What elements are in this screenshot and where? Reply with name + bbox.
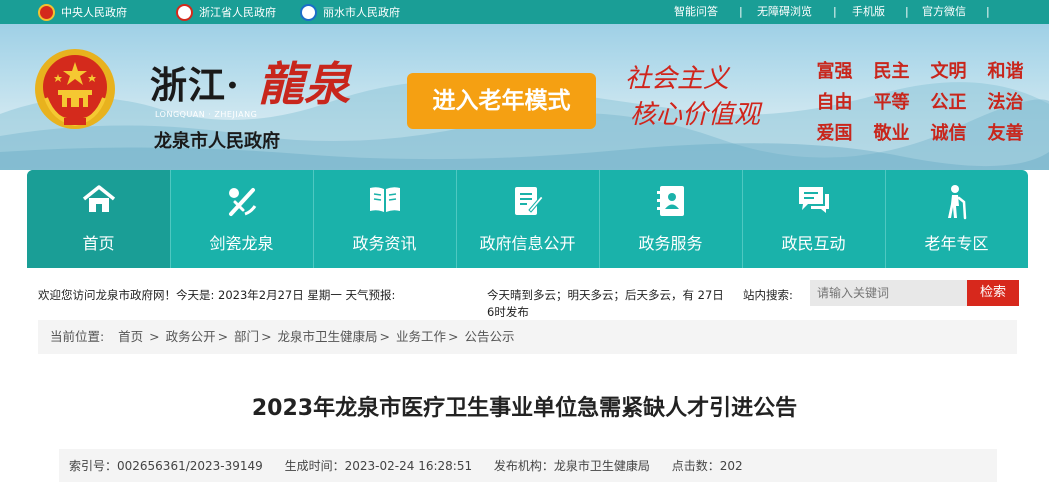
nav-label: 政民互动 [781,234,846,253]
breadcrumb-link[interactable]: 业务工作 [396,329,446,344]
topbar-separator: | [833,5,837,18]
nav-label: 政务资讯 [352,234,417,253]
core-value: 文明 [930,61,967,82]
core-value: 平等 [873,92,910,113]
document-edit-icon [514,187,544,215]
search-input[interactable] [810,280,967,306]
weather-ticker: 今天晴到多云；明天多云；后天多云，有 27日6时发布 [487,288,724,317]
breadcrumb-label: 当前位置: [50,329,105,344]
core-value: 诚信 [930,123,967,144]
nav-item-info-public[interactable]: 政府信息公开 [456,170,599,268]
topbar-link-label: 浙江省人民政府 [199,6,276,19]
breadcrumb-link[interactable]: 政务公开 [166,329,216,344]
breadcrumb-sep: > [261,329,276,344]
site-header: 浙江· 龍泉 LONGQUAN · ZHEJIANG 龙泉市人民政府 进入老年模… [0,24,1049,170]
nav-item-home[interactable]: 首页 [27,170,170,268]
topbar-link-zhejiang[interactable]: 浙江省人民政府 [176,0,276,24]
nav-item-news[interactable]: 政务资讯 [313,170,456,268]
elder-mode-button[interactable]: 进入老年模式 [407,73,596,129]
slogan-line: 社会主义 [625,64,730,94]
topbar-link-lishui[interactable]: 丽水市人民政府 [300,0,400,24]
gov-name: 龙泉市人民政府 [154,131,280,152]
contacts-icon [656,186,684,216]
article-title: 2023年龙泉市医疗卫生事业单位急需紧缺人才引进公告 [251,396,798,421]
article-meta: 索引号：002656361/2023-39149 生成时间：2023-02-24… [59,449,997,482]
meta-index-no: 索引号：002656361/2023-39149 [69,459,263,473]
core-value: 自由 [816,92,853,113]
breadcrumb-link[interactable]: 部门 [234,329,259,344]
core-values-slogan: 社会主义 核心价值观 [625,61,785,133]
breadcrumb-sep: > [217,329,233,344]
core-value: 友善 [987,123,1024,144]
breadcrumb-sep: > [448,329,463,344]
topbar-link-mobile[interactable]: 手机版 [852,0,885,24]
meta-click-count: 点击数：202 [671,459,743,473]
breadcrumb-link[interactable]: 公告公示 [464,329,514,344]
meta-created-time: 生成时间：2023-02-24 16:28:51 [284,459,473,473]
core-value: 公正 [930,92,967,113]
topbar-link-qa[interactable]: 智能问答 [674,0,718,24]
info-bar: 欢迎您访问龙泉市政府网！今天是: 2023年2月27日 星期一 天气预报: 今天… [0,279,1049,317]
breadcrumb: 当前位置: 首页 > 政务公开 > 部门 > 龙泉市卫生健康局 > 业务工作 > 公告公… [38,320,1017,354]
breadcrumb-link[interactable]: 龙泉市卫生健康局 [278,329,378,344]
topbar-separator: | [739,5,743,18]
nav-item-services[interactable]: 政务服务 [599,170,742,268]
site-search-label: 站内搜索: [743,288,793,302]
topbar-link-label: 丽水市人民政府 [323,6,400,19]
topbar-link-wechat[interactable]: 官方微信 [922,0,966,24]
lishui-gov-icon [300,3,317,21]
nav-label: 政务服务 [638,234,703,253]
elderly-icon [947,185,966,220]
topbar-link-accessibility[interactable]: 无障碍浏览 [757,0,812,24]
home-icon [82,185,115,212]
slogan-line: 核心价值观 [630,100,761,130]
nav-label: 首页 [82,234,115,253]
top-bar: 中央人民政府 浙江省人民政府 丽水市人民政府 智能问答 | 无障碍浏览 | 手机… [0,0,1049,24]
topbar-link-central[interactable]: 中央人民政府 [38,0,127,24]
chat-icon [798,187,829,213]
national-emblem-logo [35,49,115,129]
nav-item-jianci[interactable]: 剑瓷龙泉 [170,170,313,268]
site-logo-english: LONGQUAN · ZHEJIANG [155,110,258,119]
nav-label: 剑瓷龙泉 [209,234,274,253]
core-value: 爱国 [816,123,853,144]
sword-icon [228,188,256,216]
topbar-separator: | [986,5,990,18]
site-logo-calligraphy: 龍泉 [258,57,350,111]
national-emblem-icon [38,3,55,21]
topbar-separator: | [905,5,909,18]
search-button[interactable]: 检索 [967,280,1019,306]
nav-label: 老年专区 [924,234,989,253]
nav-label: 政府信息公开 [479,234,576,253]
nav-item-interaction[interactable]: 政民互动 [742,170,885,268]
welcome-text: 欢迎您访问龙泉市政府网！今天是: 2023年2月27日 星期一 天气预报: [38,288,396,302]
breadcrumb-sep: > [145,329,164,344]
zhejiang-gov-icon [176,3,193,21]
site-logo-text: 浙江· [150,63,240,107]
nav-item-elderly[interactable]: 老年专区 [885,170,1028,268]
core-value: 和谐 [987,61,1024,82]
page-root: 中央人民政府 浙江省人民政府 丽水市人民政府 智能问答 | 无障碍浏览 | 手机… [0,0,1049,482]
core-value: 民主 [873,61,910,82]
book-icon [369,187,400,212]
core-value: 敬业 [873,123,910,144]
core-value: 法治 [987,92,1024,113]
core-value: 富强 [816,61,853,82]
main-nav: 首页 剑瓷龙泉 政务资讯 政府信息公开 政务服务 政民互动 老年专区 [27,170,1028,268]
breadcrumb-link[interactable]: 首页 [118,329,143,344]
breadcrumb-sep: > [379,329,394,344]
topbar-link-label: 中央人民政府 [61,6,127,19]
meta-publisher: 发布机构：龙泉市卫生健康局 [493,459,650,473]
